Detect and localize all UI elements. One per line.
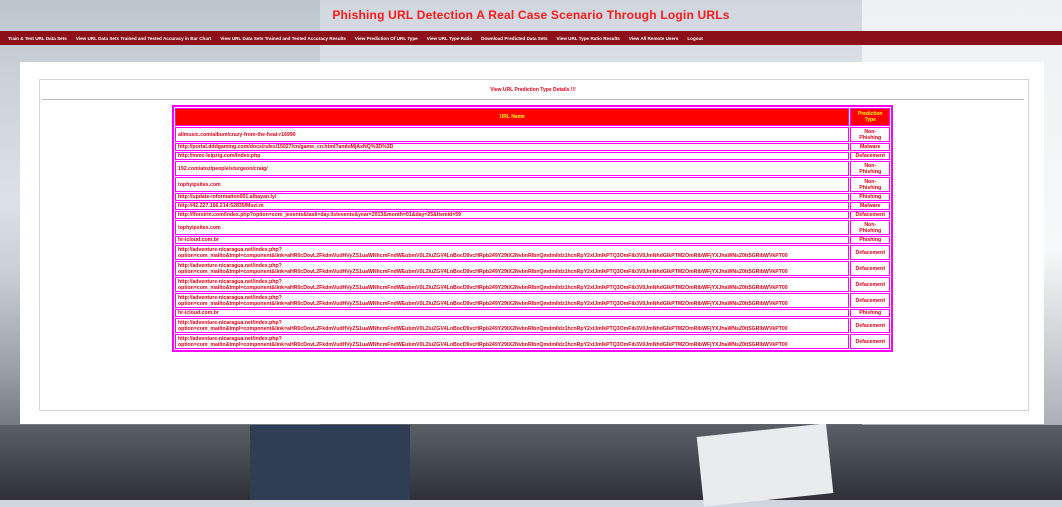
nav-download-predicted[interactable]: Download Predicted Data Sets bbox=[481, 36, 547, 41]
column-header-url: URL Name bbox=[175, 108, 850, 126]
type-cell: Defacement bbox=[850, 152, 890, 160]
type-cell: Defacement bbox=[850, 293, 890, 308]
type-cell: Defacement bbox=[850, 277, 890, 292]
url-cell: http://update-information001.albayan.ly/ bbox=[175, 193, 850, 201]
url-cell: http://adventure-nicaragua.net/index.php… bbox=[175, 277, 850, 292]
nav-train-test[interactable]: Train & Test URL Data Sets bbox=[8, 36, 67, 41]
url-cell: http://adventure-nicaragua.net/index.php… bbox=[175, 261, 850, 276]
main-nav: Train & Test URL Data Sets View URL Data… bbox=[0, 31, 1062, 45]
type-cell: Malware bbox=[850, 202, 890, 210]
table-row: allmusic.com/album/crazy-from-the-heat-r… bbox=[175, 127, 890, 142]
url-cell: http://adventure-nicaragua.net/index.php… bbox=[175, 245, 850, 260]
table-row: 192.com/atoz/people/sturgeon/craig/Non-P… bbox=[175, 161, 890, 176]
url-cell: tophyipsites.com bbox=[175, 177, 850, 192]
nav-prediction-url-type[interactable]: View Prediction Of URL Type bbox=[355, 36, 418, 41]
table-header-row: URL Name Prediction Type bbox=[175, 108, 890, 126]
nav-accuracy-bar-chart[interactable]: View URL Data Sets Trained and Tested Ac… bbox=[76, 36, 211, 41]
nav-url-type-ratio-results[interactable]: View URL Type Ratio Results bbox=[557, 36, 620, 41]
url-cell: http://adventure-nicaragua.net/index.php… bbox=[175, 293, 850, 308]
app-title: Phishing URL Detection A Real Case Scena… bbox=[332, 8, 730, 22]
type-cell: Phishing bbox=[850, 193, 890, 201]
url-cell: hr-icloud.com.br bbox=[175, 236, 850, 244]
url-cell: http://adventure-nicaragua.net/index.php… bbox=[175, 334, 850, 349]
table-row: tophyipsites.com Non-Phishing bbox=[175, 220, 890, 235]
prediction-table: URL Name Prediction Type allmusic.com/al… bbox=[172, 105, 893, 352]
table-row: http://adventure-nicaragua.net/index.php… bbox=[175, 334, 890, 349]
background-desk bbox=[0, 425, 1062, 500]
url-cell: http://mmc-leipzig.com/index.php bbox=[175, 152, 850, 160]
background-sleeve bbox=[250, 425, 410, 500]
url-cell: hr-icloud.com.br bbox=[175, 309, 850, 317]
url-cell: http://lforsirin.com/index.php?option=co… bbox=[175, 211, 850, 219]
nav-logout[interactable]: Logout bbox=[687, 36, 703, 41]
panel-title: View URL Prediction Type Details !!! bbox=[490, 87, 576, 93]
url-cell: tophyipsites.com bbox=[175, 220, 850, 235]
type-cell: Defacement bbox=[850, 318, 890, 333]
type-cell: Non-Phishing bbox=[850, 220, 890, 235]
type-cell: Phishing bbox=[850, 236, 890, 244]
type-cell: Defacement bbox=[850, 245, 890, 260]
type-cell: Non-Phishing bbox=[850, 161, 890, 176]
table-row: http://lforsirin.com/index.php?option=co… bbox=[175, 211, 890, 219]
type-cell: Malware bbox=[850, 143, 890, 151]
table-row: http://adventure-nicaragua.net/index.php… bbox=[175, 261, 890, 276]
table-row: tophyipsites.com Non-Phishing bbox=[175, 177, 890, 192]
nav-url-type-ratio[interactable]: View URL Type Ratio bbox=[427, 36, 472, 41]
url-cell: http://42.227.166.214:52835/Mozi.m bbox=[175, 202, 850, 210]
type-cell: Non-Phishing bbox=[850, 127, 890, 142]
table-row: http://42.227.166.214:52835/Mozi.m Malwar… bbox=[175, 202, 890, 210]
table-row: http://mmc-leipzig.com/index.php Defaceme… bbox=[175, 152, 890, 160]
table-row: http://adventure-nicaragua.net/index.php… bbox=[175, 293, 890, 308]
divider bbox=[42, 99, 1024, 100]
background-paper bbox=[696, 423, 834, 507]
type-cell: Defacement bbox=[850, 261, 890, 276]
site-header: Phishing URL Detection A Real Case Scena… bbox=[0, 0, 1062, 32]
type-cell: Non-Phishing bbox=[850, 177, 890, 192]
table-row: http://portal.dddgaming.com/docs/rules/1… bbox=[175, 143, 890, 151]
type-cell: Phishing bbox=[850, 309, 890, 317]
nav-remote-users[interactable]: View All Remote Users bbox=[629, 36, 679, 41]
column-header-type: Prediction Type bbox=[850, 108, 890, 126]
url-cell: 192.com/atoz/people/sturgeon/craig/ bbox=[175, 161, 850, 176]
table-row: hr-icloud.com.br Phishing bbox=[175, 309, 890, 317]
url-cell: allmusic.com/album/crazy-from-the-heat-r… bbox=[175, 127, 850, 142]
table-row: http://adventure-nicaragua.net/index.php… bbox=[175, 245, 890, 260]
table-row: hr-icloud.com.br Phishing bbox=[175, 236, 890, 244]
table-row: http://adventure-nicaragua.net/index.php… bbox=[175, 277, 890, 292]
type-cell: Defacement bbox=[850, 211, 890, 219]
type-cell: Defacement bbox=[850, 334, 890, 349]
nav-accuracy-results[interactable]: View URL Data Sets Trained and Tested Ac… bbox=[220, 36, 346, 41]
url-cell: http://adventure-nicaragua.net/index.php… bbox=[175, 318, 850, 333]
table-row: http://adventure-nicaragua.net/index.php… bbox=[175, 318, 890, 333]
table-row: http://update-information001.albayan.ly/… bbox=[175, 193, 890, 201]
url-cell: http://portal.dddgaming.com/docs/rules/1… bbox=[175, 143, 850, 151]
